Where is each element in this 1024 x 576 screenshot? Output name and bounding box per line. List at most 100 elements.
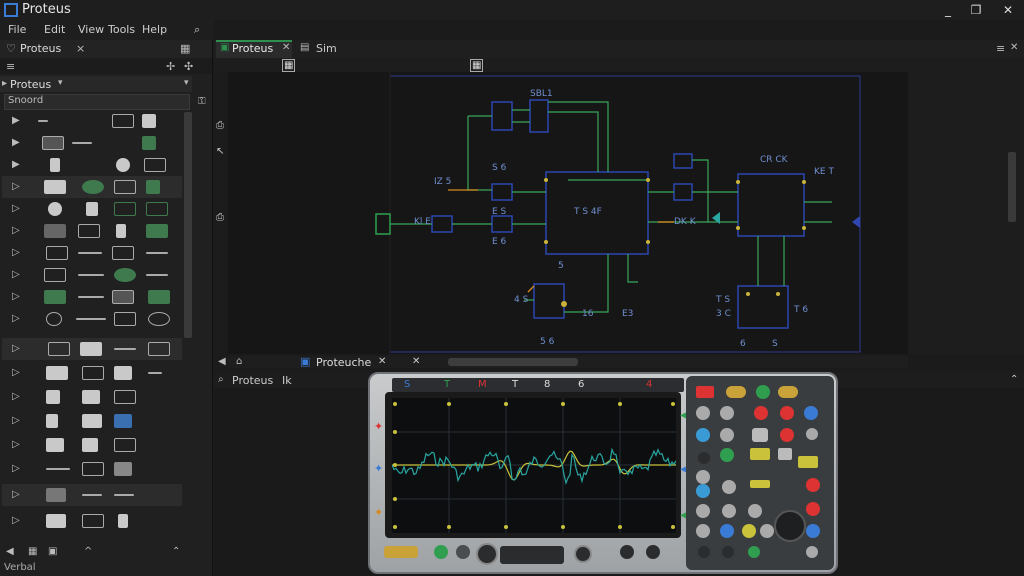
expand-arrow-icon[interactable]: ▷ [12, 515, 20, 526]
list-item[interactable]: ▷ [2, 338, 182, 360]
scope-button[interactable] [696, 484, 710, 498]
nav-left-icon[interactable]: ◀ [218, 356, 226, 367]
expand-arrow-icon[interactable]: ▷ [12, 203, 20, 214]
scope-button[interactable] [722, 546, 734, 558]
scope-button[interactable] [696, 406, 710, 420]
scope-button[interactable] [780, 406, 794, 420]
menu-view[interactable]: View [78, 23, 104, 36]
scope-button[interactable] [780, 428, 794, 442]
scope-button[interactable] [752, 428, 768, 442]
scope-button[interactable] [722, 480, 736, 494]
grid-icon[interactable]: ▦ [180, 42, 190, 55]
scope-button[interactable] [698, 546, 710, 558]
search-icon[interactable]: ⌕ [194, 23, 200, 37]
scope-button[interactable] [720, 524, 734, 538]
expand-arrow-icon[interactable]: ▷ [12, 489, 20, 500]
scope-button[interactable] [722, 504, 736, 518]
scope-button[interactable] [806, 502, 820, 516]
arrow-left-icon[interactable]: ◀ [6, 546, 14, 557]
list-item[interactable]: ▶ [2, 154, 182, 176]
chevron-down-icon[interactable]: ▾ [58, 78, 63, 88]
scope-main-knob[interactable] [774, 510, 806, 542]
collapse-icon[interactable]: ⌃ [172, 546, 180, 557]
lock-icon[interactable]: ⚿ [198, 96, 206, 107]
expand-arrow-icon[interactable]: ▷ [12, 225, 20, 236]
print-icon[interactable]: ⎙ [216, 120, 224, 131]
scope-button[interactable] [806, 546, 818, 558]
expand-arrow-icon[interactable]: ▷ [12, 415, 20, 426]
close-panel-icon[interactable]: ✕ [1010, 42, 1018, 53]
expand-arrow-icon[interactable]: ▷ [12, 391, 20, 402]
list-item[interactable]: ▷ [2, 434, 182, 456]
expand-arrow-icon[interactable]: ▷ [12, 313, 20, 324]
scope-button[interactable] [798, 456, 818, 468]
right-scrollbar[interactable] [1008, 152, 1016, 222]
list-item[interactable]: ▷ [2, 176, 182, 198]
list-icon[interactable]: ≡ [6, 60, 15, 73]
expand-arrow-icon[interactable]: ▶ [12, 159, 20, 170]
scope-button[interactable] [720, 448, 734, 462]
list-item[interactable]: ▷ [2, 386, 182, 408]
grid-icon[interactable]: ▦ [470, 59, 484, 72]
print-icon[interactable]: ⎙ [216, 212, 224, 223]
menu-help[interactable]: Help [142, 23, 167, 36]
lower-tab-aux[interactable]: Ik [282, 374, 292, 387]
expand-arrow-icon[interactable]: ▷ [12, 367, 20, 378]
scope-button[interactable] [696, 524, 710, 538]
dropdown-icon[interactable]: ▾ [184, 78, 189, 88]
expand-arrow-icon[interactable]: ▶ [12, 115, 20, 126]
expand-arrow-icon[interactable]: ▷ [12, 269, 20, 280]
expand-icon[interactable]: ✣ [184, 60, 193, 73]
scope-button[interactable] [646, 545, 660, 559]
list-item[interactable]: ▷ [2, 362, 182, 384]
scope-button[interactable] [696, 428, 710, 442]
collapse-icon[interactable]: ▸ [2, 78, 7, 89]
scope-button[interactable] [720, 406, 734, 420]
list-item[interactable]: ▷ [2, 410, 182, 432]
scope-button[interactable] [434, 545, 448, 559]
list-item[interactable]: ▷ [2, 220, 182, 242]
list-item[interactable]: ▶ [2, 110, 182, 132]
scope-button[interactable] [754, 406, 768, 420]
list-item[interactable]: ▷ [2, 510, 182, 532]
scope-button[interactable] [696, 470, 710, 484]
expand-arrow-icon[interactable]: ▷ [12, 463, 20, 474]
scope-button[interactable] [620, 545, 634, 559]
grid-icon[interactable]: ▦ [28, 546, 37, 557]
run-button[interactable] [756, 385, 770, 399]
mode-button[interactable] [726, 386, 746, 398]
list-item[interactable]: ▷ [2, 308, 182, 330]
collapse-icon[interactable]: ⌃ [1010, 374, 1018, 385]
expand-arrow-icon[interactable]: ▷ [12, 291, 20, 302]
scope-button[interactable] [698, 452, 710, 464]
close-tab-icon[interactable]: ✕ [378, 356, 386, 367]
scope-button[interactable] [750, 448, 770, 460]
scope-knob[interactable] [574, 545, 592, 563]
grid-icon[interactable]: ▦ [282, 59, 296, 72]
expand-arrow-icon[interactable]: ▶ [12, 137, 20, 148]
expand-arrow-icon[interactable]: ▷ [12, 181, 20, 192]
list-item[interactable]: ▷ [2, 198, 182, 220]
maximize-button[interactable]: ❐ [962, 1, 990, 19]
scope-button[interactable] [742, 524, 756, 538]
slider[interactable] [750, 480, 770, 488]
list-item[interactable]: ▷ [2, 458, 182, 480]
expand-arrow-icon[interactable]: ▷ [12, 247, 20, 258]
list-item[interactable]: ▶ [2, 132, 182, 154]
list-item[interactable]: ▷ [2, 264, 182, 286]
scope-button[interactable] [456, 545, 470, 559]
minimize-button[interactable]: _ [934, 1, 962, 19]
probe-connector[interactable] [384, 546, 418, 558]
scope-button[interactable] [806, 428, 818, 440]
tab-sim-label[interactable]: Sim [316, 42, 337, 55]
mode-button[interactable] [778, 386, 798, 398]
arrow-icon[interactable]: ↖ [216, 146, 224, 157]
scope-button[interactable] [748, 504, 762, 518]
expand-arrow-icon[interactable]: ▷ [12, 343, 20, 354]
menu-icon[interactable]: ≡ [996, 42, 1005, 55]
menu-file[interactable]: File [8, 23, 26, 36]
list-item[interactable]: ▷ [2, 242, 182, 264]
left-scrollbar[interactable] [184, 112, 192, 338]
close-button[interactable]: ✕ [994, 1, 1022, 19]
search-icon[interactable]: ⌕ [218, 374, 224, 385]
